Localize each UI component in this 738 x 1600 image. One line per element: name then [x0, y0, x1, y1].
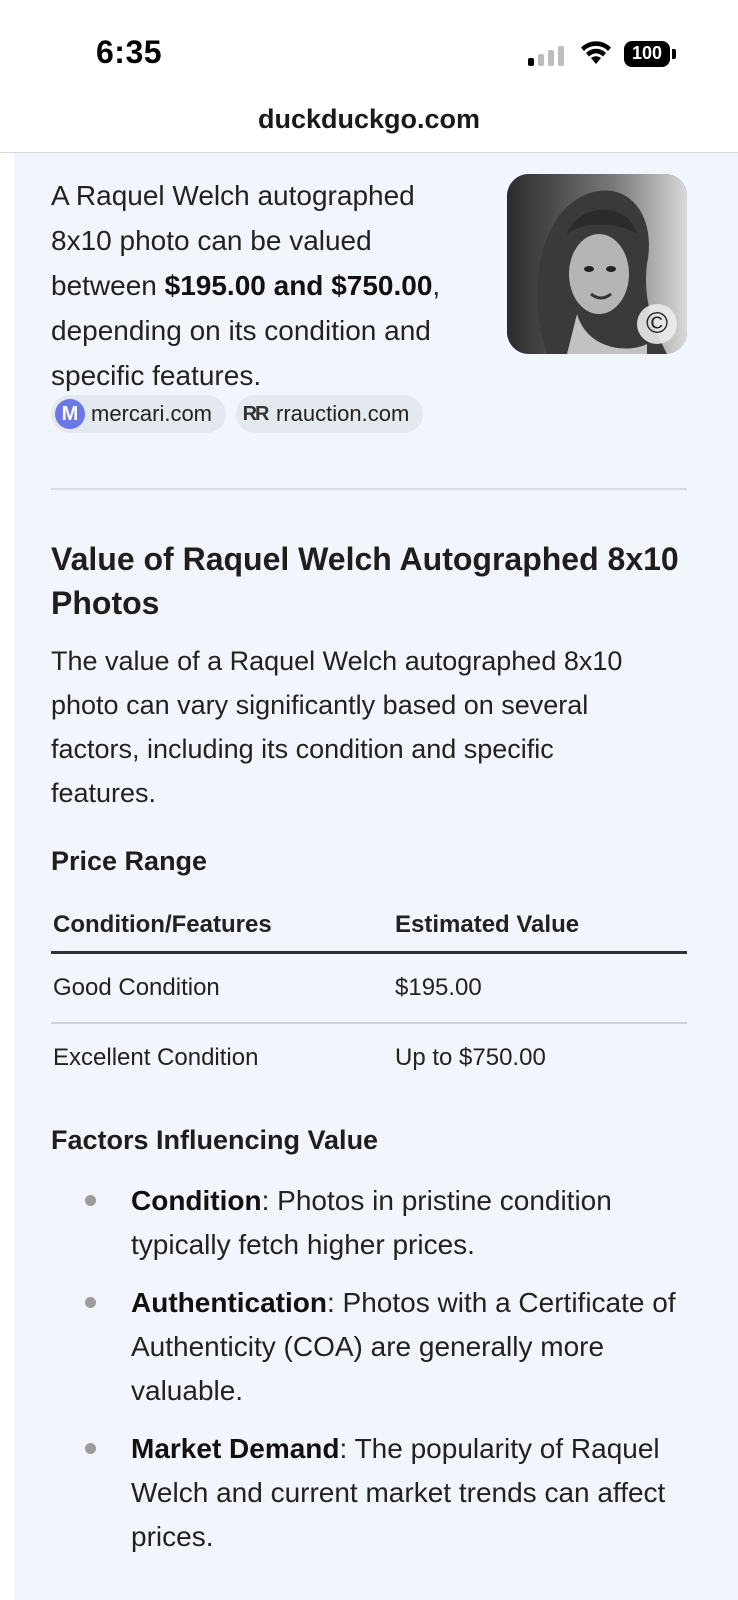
- table-row: Excellent Condition Up to $750.00: [51, 1023, 687, 1092]
- battery-level: 100: [631, 43, 663, 63]
- table-header-cell: Estimated Value: [393, 905, 687, 954]
- copyright-icon[interactable]: ©: [637, 304, 677, 344]
- source-chip-mercari[interactable]: M mercari.com: [51, 395, 227, 433]
- rrauction-logo-icon: RR: [242, 402, 270, 425]
- source-label: rrauction.com: [276, 401, 410, 426]
- bullet-icon: [85, 1297, 96, 1308]
- wifi-icon: [581, 41, 611, 64]
- address-bar-url[interactable]: duckduckgo.com: [0, 104, 738, 135]
- source-chip-rrauction[interactable]: RR rrauction.com: [236, 395, 424, 433]
- factors-list: Condition: Photos in pristine condition …: [51, 1179, 687, 1573]
- price-table: Condition/Features Estimated Value Good …: [51, 905, 687, 1092]
- answer-content: A Raquel Welch autographed 8x10 photo ca…: [14, 153, 738, 1600]
- table-cell: Up to $750.00: [395, 1044, 546, 1071]
- list-item: Condition: Photos in pristine condition …: [51, 1179, 687, 1267]
- bullet-icon: [85, 1195, 96, 1206]
- section-divider: [51, 488, 687, 490]
- portrait-image[interactable]: ©: [507, 174, 687, 354]
- factor-term: Condition: [131, 1185, 262, 1216]
- cellular-signal-icon: [528, 46, 564, 66]
- answer-summary: A Raquel Welch autographed 8x10 photo ca…: [51, 173, 481, 398]
- list-item: Market Demand: The popularity of Raquel …: [51, 1427, 687, 1559]
- table-header-cell: Condition/Features: [51, 905, 393, 954]
- battery-icon: 100: [624, 41, 676, 69]
- price-range-heading: Price Range: [51, 846, 208, 876]
- table-row: Good Condition $195.00: [51, 952, 687, 1024]
- list-item: Authentication: Photos with a Certificat…: [51, 1281, 687, 1413]
- table-cell: $195.00: [393, 952, 687, 1024]
- source-chips: M mercari.com RR rrauction.com: [51, 395, 424, 433]
- status-time: 6:35: [96, 34, 163, 70]
- article-title: Value of Raquel Welch Autographed 8x10 P…: [51, 541, 679, 621]
- summary-price-range: $195.00 and $750.00: [164, 270, 433, 301]
- article-paragraph: The value of a Raquel Welch autographed …: [51, 646, 623, 808]
- bullet-icon: [85, 1443, 96, 1454]
- status-bar: 6:35 100: [0, 0, 738, 100]
- source-label: mercari.com: [91, 401, 213, 426]
- mercari-logo-icon: M: [55, 399, 85, 429]
- factor-term: Market Demand: [131, 1433, 340, 1464]
- factor-term: Authentication: [131, 1287, 327, 1318]
- table-header-row: Condition/Features Estimated Value: [51, 905, 687, 954]
- factors-heading: Factors Influencing Value: [51, 1125, 379, 1155]
- table-cell: Good Condition: [51, 952, 393, 1024]
- table-cell: Excellent Condition: [53, 1044, 259, 1071]
